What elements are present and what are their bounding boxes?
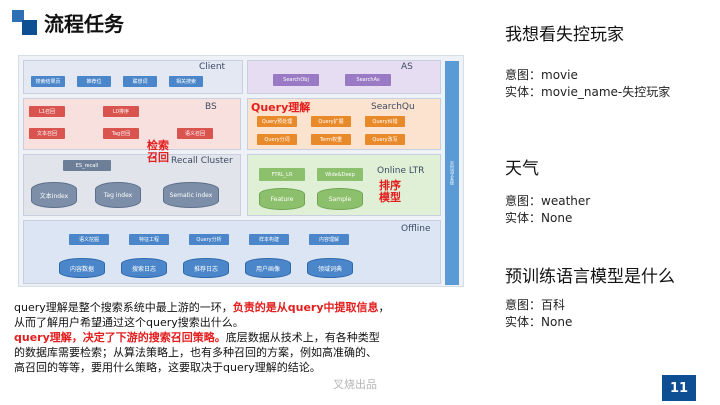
as-label: AS: [401, 62, 413, 72]
qu-box-3: Query分词: [257, 134, 297, 145]
online-ltr-label: Online LTR: [377, 166, 425, 176]
search-qu-label: SearchQu: [371, 102, 415, 112]
bs-box-0: L1召回: [29, 106, 65, 117]
example-query: 我想看失控玩家: [505, 25, 624, 45]
page-number: 11: [662, 375, 696, 401]
offline-db-4: 领域词典: [307, 258, 353, 278]
example-1: 我想看失控玩家 意图：movie 实体：movie_name-失控玩家: [505, 20, 715, 101]
tag-index-db: Tag index: [95, 182, 141, 208]
entity-value: None: [541, 211, 573, 225]
qu-box-4: Term权重: [311, 134, 351, 145]
entity-value: None: [541, 315, 573, 329]
offline-db-2: 推荐日志: [183, 258, 229, 278]
intent-value: weather: [541, 194, 591, 208]
qu-box-5: Query改写: [365, 134, 405, 145]
offline-top-0: 语义挖掘: [69, 234, 109, 245]
para-line-1: query理解是整个搜索系统中最上游的一环，: [14, 301, 233, 314]
rank-hint: 排序 模型: [379, 179, 401, 204]
page-title: 流程任务: [44, 12, 124, 36]
para-line-1-end: ，: [378, 301, 390, 314]
qu-box-2: Query纠错: [365, 116, 405, 127]
bs-box-1: L0排序: [103, 106, 139, 117]
offline-db-1: 搜索日志: [121, 258, 167, 278]
offline-top-2: Query分析: [189, 234, 229, 245]
bs-box-3: Tag召回: [103, 128, 139, 139]
example-query: 预训练语言模型是什么: [505, 267, 675, 287]
qu-box-0: Query预处理: [257, 116, 297, 127]
intent-label: 意图：: [505, 298, 542, 312]
es-recall-box: ES_recall: [63, 160, 111, 171]
offline-top-4: 内容理解: [309, 234, 349, 245]
searchobj-box: SearchObj: [273, 74, 319, 86]
offline-label: Offline: [401, 224, 431, 234]
description-paragraph: query理解是整个搜索系统中最上游的一环，负责的是从query中提取信息， 从…: [14, 300, 474, 375]
intent-value: movie: [541, 68, 578, 82]
feature-db: Feature: [259, 188, 305, 210]
client-box-2: 联想词: [123, 76, 157, 87]
offline-db-0: 内容数据: [59, 258, 105, 278]
client-box-1: 推荐位: [77, 76, 111, 87]
text-index-db: 文本index: [31, 182, 77, 208]
example-2: 天气 意图：weather 实体：None: [505, 154, 715, 227]
para-line-3: 底层数据从技术上，有各种类型: [225, 331, 380, 344]
bs-box-2: 文本召回: [29, 128, 65, 139]
bs-box-4: 语义召回: [177, 128, 213, 139]
example-3: 预训练语言模型是什么 意图：百科 实体：None: [505, 262, 715, 331]
entity-value: movie_name-失控玩家: [541, 85, 671, 99]
title-block: 流程任务: [12, 8, 124, 37]
wide-deep-box: Wide&Deep: [317, 168, 363, 181]
qu-box-1: Query扩展: [311, 116, 351, 127]
query-understand-label: Query理解: [251, 101, 311, 114]
client-box-3: 相关搜索: [169, 76, 203, 87]
offline-top-1: 特征工程: [129, 234, 169, 245]
client-box-0: 搜索结果页: [31, 76, 65, 87]
architecture-diagram: Client 搜索结果页 推荐位 联想词 相关搜索 AS SearchObj S…: [18, 55, 464, 287]
searchas-box: SearchAs: [345, 74, 391, 86]
slide: 流程任务 Client 搜索结果页 推荐位 联想词 相关搜索 AS Search…: [0, 0, 720, 405]
bs-label: BS: [205, 102, 217, 112]
intent-value: 百科: [541, 298, 566, 312]
sematic-index-db: Sematic index: [163, 182, 219, 208]
para-highlight-1: 负责的是从query中提取信息: [232, 301, 379, 314]
para-line-5: 高召回的等等，要用什么策略，这要取决于query理解的结论。: [14, 361, 321, 374]
para-highlight-2: query理解，决定了下游的搜索召回策略。: [14, 331, 226, 344]
realtime-side-bar: 实时流式系统: [445, 61, 459, 285]
offline-db-3: 用户画像: [245, 258, 291, 278]
intent-label: 意图：: [505, 194, 542, 208]
offline-top-3: 样本构建: [249, 234, 289, 245]
entity-label: 实体：: [505, 315, 542, 329]
intent-label: 意图：: [505, 68, 542, 82]
title-square-icon: [12, 9, 38, 36]
client-label: Client: [199, 62, 226, 72]
para-line-2: 从而了解用户希望通过这个query搜索出什么。: [14, 316, 244, 329]
sample-db: Sample: [317, 188, 363, 210]
entity-label: 实体：: [505, 211, 542, 225]
watermark: 叉烧出品: [333, 378, 377, 391]
ftrl-lr-box: FTRL_LR: [259, 168, 305, 181]
recall-hint: 检索 召回: [147, 139, 169, 164]
example-query: 天气: [505, 159, 539, 179]
recall-cluster-label: Recall Cluster: [171, 156, 233, 166]
para-line-4: 的数据库需要检索；从算法策略上，也有多种召回的方案，例如高准确的、: [14, 346, 377, 359]
entity-label: 实体：: [505, 85, 542, 99]
